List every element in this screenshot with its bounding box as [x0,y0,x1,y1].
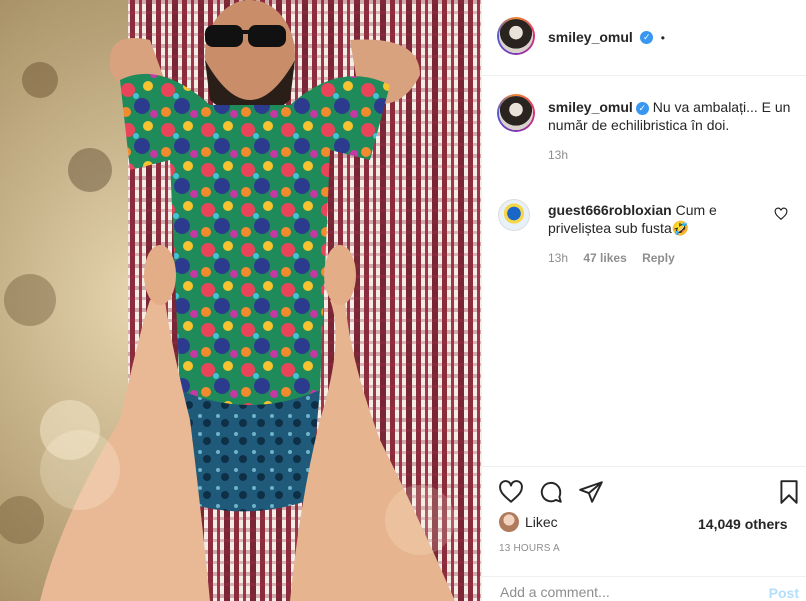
comment-input[interactable] [498,583,752,601]
post-header: smiley_omul ✓ • [482,0,806,76]
likes-others-count[interactable]: 14,049 others [698,516,788,532]
speech-bubble-icon[interactable] [538,479,564,510]
caption-avatar[interactable] [497,94,535,132]
caption-time[interactable]: 13h [548,148,568,162]
post-image-art [0,0,481,601]
verified-badge-icon: ✓ [640,31,654,45]
post-image[interactable] [0,0,481,601]
commenter-avatar[interactable] [498,199,530,231]
liked-by-text: Likec [525,514,558,530]
post-comment-button[interactable]: Post [769,585,799,601]
post-timestamp[interactable]: 13 HOURS A [499,543,560,554]
comment-likes[interactable]: 47 likes [583,251,626,265]
comment-username[interactable]: guest666robloxian [548,202,672,218]
likes-row: Likec [499,512,558,532]
heart-outline-icon[interactable] [498,479,524,510]
comment-reply-button[interactable]: Reply [642,251,675,265]
comment-meta-row: 13h 47 likes Reply [548,251,675,265]
add-comment-section: Post [482,576,806,601]
verified-badge-icon: ✓ [635,101,649,115]
paper-plane-icon[interactable] [578,479,604,510]
bookmark-icon[interactable] [778,479,800,510]
author-avatar[interactable] [497,17,535,55]
header-author-row: smiley_omul ✓ • [548,29,665,47]
header-separator: • [660,31,665,45]
header-username[interactable]: smiley_omul [548,29,633,45]
post-details-panel: smiley_omul ✓ • smiley_omul ✓ Nu va ambal… [481,0,806,601]
caption: smiley_omul ✓ Nu va ambalați... E un numă… [548,98,793,134]
liker-avatar[interactable] [499,512,519,532]
comment-body: guest666robloxian Cum e priveliștea sub … [548,201,773,237]
comment-time[interactable]: 13h [548,251,568,265]
caption-username[interactable]: smiley_omul [548,99,633,115]
comment-like-heart-icon[interactable] [774,207,788,226]
